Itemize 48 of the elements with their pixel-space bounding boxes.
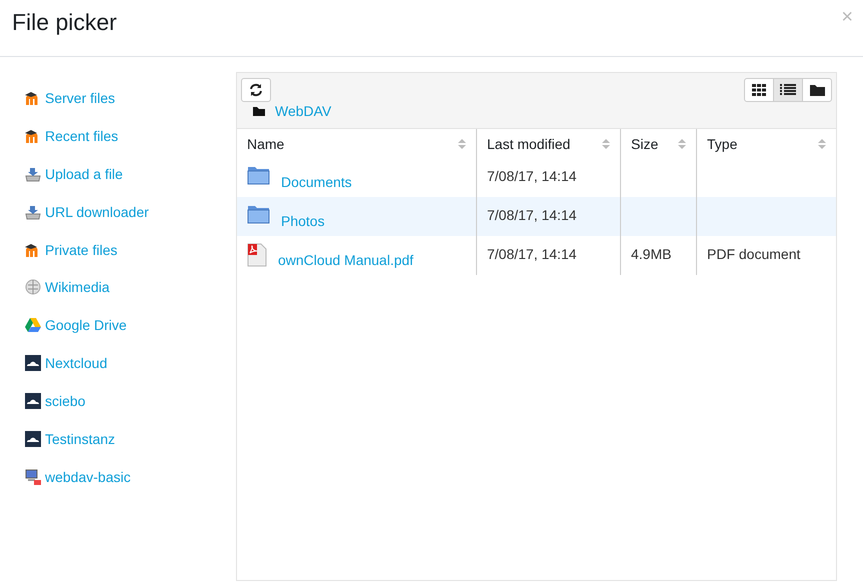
folder-icon [253,106,265,116]
tray-arrow-icon [25,166,41,182]
repository-link[interactable]: webdav-basic [24,458,236,496]
dialog-title: File picker [12,8,117,36]
folder-icon [247,165,270,185]
repository-link[interactable]: Private files [24,230,236,268]
repository-link[interactable]: Google Drive [24,306,236,344]
table-cell: 7/08/17, 14:14 [487,246,577,262]
repository-link[interactable]: Recent files [24,116,236,155]
table-cell: 7/08/17, 14:14 [487,168,577,184]
triangle-logo-icon [25,317,41,334]
view-button[interactable] [773,78,803,102]
column-header[interactable]: Type [697,129,836,158]
grid-icon [752,84,766,96]
file-link[interactable]: ownCloud Manual.pdf [278,252,414,268]
cloud-icon [25,393,41,410]
list-icon [780,84,796,96]
view-button[interactable] [802,78,832,102]
pdf-file-icon [247,243,267,267]
file-link[interactable]: Photos [281,213,325,229]
repository-link[interactable]: Upload a file [24,154,236,193]
breadcrumb-link[interactable]: WebDAV [275,103,332,119]
repository-link[interactable]: Testinstanz [24,420,236,458]
repository-link[interactable]: sciebo [24,382,236,420]
table-cell: 7/08/17, 14:14 [487,207,577,223]
view-button[interactable] [744,78,774,102]
close-button[interactable]: × [841,8,853,26]
column-label: Type [707,136,738,152]
file-link[interactable]: Documents [281,174,352,190]
column-label: Name [247,136,284,152]
repository-link[interactable]: Server files [24,79,236,117]
folder-icon [247,204,270,224]
tray-arrow-icon [25,204,41,220]
repository-link[interactable]: Nextcloud [24,344,236,382]
column-label: Size [631,136,658,152]
cloud-icon [25,430,41,447]
table-cell: PDF document [707,246,800,262]
column-label: Last modified [487,136,570,152]
repository-link[interactable]: Wikimedia [24,268,236,306]
file-row[interactable]: Photos 7/08/17, 14:14 [237,197,836,236]
table-cell: 4.9MB [631,246,672,262]
folder-icon [810,84,824,96]
refresh-button[interactable] [241,78,271,102]
cloud-icon [25,355,41,372]
computer-icon [25,468,41,485]
refresh-icon [249,83,263,97]
globe-icon [25,279,41,296]
repository-link[interactable]: URL downloader [24,192,236,231]
